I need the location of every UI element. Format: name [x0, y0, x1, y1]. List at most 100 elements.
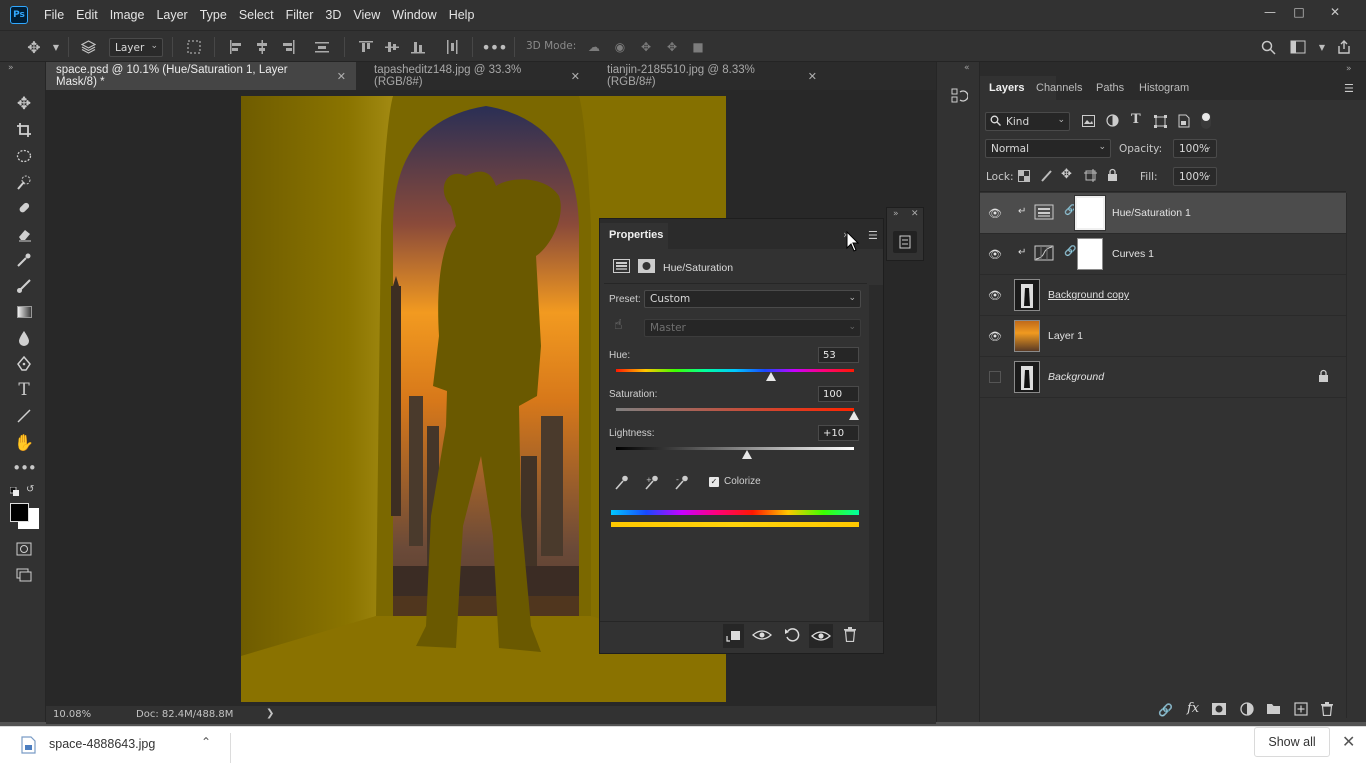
adjustment-type-icon[interactable] — [613, 259, 630, 273]
transform-controls-icon[interactable] — [186, 39, 202, 55]
add-mask-icon[interactable] — [1212, 703, 1226, 718]
gradient-tool-icon[interactable] — [11, 301, 37, 323]
visibility-toggle-empty[interactable] — [989, 371, 1001, 383]
visibility-eye-icon[interactable]: 👁 — [988, 288, 1002, 302]
panel-menu-icon[interactable]: ☰ — [868, 229, 878, 242]
layer-name[interactable]: Background copy — [1048, 289, 1129, 301]
eraser-icon[interactable] — [11, 223, 37, 245]
menu-edit[interactable]: Edit — [70, 8, 104, 22]
healing-brush-icon[interactable] — [11, 197, 37, 219]
targeted-adjust-hand-icon[interactable]: ☝ — [614, 317, 623, 333]
ellipse-marquee-icon[interactable] — [11, 145, 37, 167]
lightness-slider[interactable] — [616, 447, 854, 450]
menu-select[interactable]: Select — [233, 8, 280, 22]
chain-link-icon[interactable]: 🔗 — [1064, 246, 1076, 257]
expand-panel-icon[interactable]: » — [893, 209, 899, 219]
search-icon[interactable] — [1260, 39, 1276, 55]
layer-row-background[interactable]: Background — [980, 357, 1346, 398]
layer-row-curves[interactable]: 👁 ↵ 🔗 Curves 1 — [980, 234, 1346, 275]
hue-slider[interactable] — [616, 369, 854, 372]
clip-to-layer-button[interactable] — [723, 624, 744, 648]
tab-tianjin[interactable]: tianjin-2185510.jpg @ 8.33% (RGB/8#) ✕ — [597, 62, 827, 90]
visibility-eye-icon[interactable]: 👁 — [988, 247, 1002, 261]
chevron-up-icon[interactable]: ⌃ — [201, 735, 211, 749]
layer-thumbnail[interactable] — [1014, 320, 1040, 352]
distribute-vertical-icon[interactable] — [444, 39, 460, 55]
new-group-icon[interactable] — [1266, 702, 1281, 718]
history-panel-icon[interactable] — [950, 87, 969, 105]
tab-space-psd[interactable]: space.psd @ 10.1% (Hue/Saturation 1, Lay… — [46, 62, 356, 90]
line-tool-icon[interactable] — [11, 405, 37, 427]
brush-tool-icon[interactable] — [11, 275, 37, 297]
show-all-button[interactable]: Show all — [1254, 727, 1330, 757]
menu-3d[interactable]: 3D — [319, 8, 347, 22]
type-tool-icon[interactable]: T — [11, 379, 37, 401]
pen-tool-icon[interactable] — [11, 353, 37, 375]
align-middle-icon[interactable] — [384, 39, 400, 55]
align-bottom-icon[interactable] — [410, 39, 426, 55]
menu-file[interactable]: File — [38, 8, 70, 22]
properties-scrollbar[interactable] — [869, 285, 883, 621]
share-icon[interactable] — [1336, 39, 1352, 55]
lightness-input[interactable]: +10 — [818, 425, 859, 441]
link-layers-icon[interactable]: 🔗 — [1158, 703, 1173, 717]
close-dock-icon[interactable]: ✕ — [911, 209, 919, 219]
panel-title[interactable]: Properties — [609, 229, 663, 241]
layer-name[interactable]: Curves 1 — [1112, 248, 1154, 260]
close-window-button[interactable]: ✕ — [1316, 0, 1354, 24]
fill-field[interactable]: 100% ⌄ — [1173, 167, 1217, 186]
hue-input[interactable]: 53 — [818, 347, 859, 363]
zoom-level[interactable]: 10.08% — [53, 709, 91, 720]
colorize-checkbox[interactable]: ✓ — [709, 477, 719, 487]
filter-toggle-switch[interactable] — [1201, 112, 1211, 129]
collapse-chevron-icon[interactable]: « — [964, 63, 970, 73]
channel-dropdown[interactable]: Master ⌄ — [644, 319, 861, 337]
panel-collapse-icon[interactable]: » — [1346, 64, 1352, 74]
fx-icon[interactable]: fx — [1187, 701, 1199, 716]
expand-chevron-icon[interactable]: » — [8, 63, 14, 73]
saturation-input[interactable]: 100 — [818, 386, 859, 402]
menu-window[interactable]: Window — [386, 8, 442, 22]
layer-mask-thumbnail[interactable] — [1074, 195, 1106, 231]
align-top-icon[interactable] — [358, 39, 374, 55]
filter-kind-dropdown[interactable]: Kind ⌄ — [985, 112, 1070, 131]
blend-mode-dropdown[interactable]: Normal ⌄ — [985, 139, 1111, 158]
filter-adjustment-icon[interactable] — [1106, 114, 1119, 130]
chevron-down-icon[interactable]: ▼ — [48, 39, 64, 55]
move-tool-icon[interactable]: ✥ — [11, 93, 37, 115]
saturation-slider-thumb[interactable] — [849, 411, 859, 420]
view-previous-state-icon[interactable] — [752, 627, 772, 646]
crop-tool-icon[interactable] — [11, 119, 37, 141]
3d-orbit-icon[interactable]: ☁ — [586, 39, 602, 55]
saturation-slider[interactable] — [616, 408, 854, 411]
tab-paths[interactable]: Paths — [1096, 82, 1124, 94]
eyedropper-minus-icon[interactable]: - — [674, 474, 690, 493]
menu-filter[interactable]: Filter — [280, 8, 320, 22]
layer-row-hue-saturation[interactable]: 👁 ↵ 🔗 Hue/Saturation 1 — [980, 193, 1346, 234]
layer-name[interactable]: Background — [1048, 371, 1104, 383]
align-right-icon[interactable] — [280, 39, 296, 55]
layer-mask-thumbnail[interactable] — [1077, 238, 1103, 270]
blur-tool-icon[interactable] — [11, 327, 37, 349]
more-options-icon[interactable]: ••• — [481, 38, 507, 57]
new-layer-icon[interactable] — [1294, 702, 1308, 719]
hue-slider-thumb[interactable] — [765, 372, 776, 381]
menu-type[interactable]: Type — [194, 8, 233, 22]
filter-type-icon[interactable]: T — [1131, 112, 1141, 127]
colorize-label[interactable]: Colorize — [724, 476, 761, 487]
close-download-bar-icon[interactable]: ✕ — [1342, 732, 1355, 751]
edit-toolbar-icon[interactable]: ••• — [11, 457, 37, 479]
filter-pixel-icon[interactable] — [1082, 115, 1095, 130]
lock-artboard-icon[interactable] — [1084, 169, 1097, 185]
distribute-icon[interactable] — [314, 39, 330, 55]
menu-image[interactable]: Image — [104, 8, 151, 22]
auto-select-icon[interactable] — [80, 39, 96, 55]
layer-row-background-copy[interactable]: 👁 Background copy — [980, 275, 1346, 316]
hand-tool-icon[interactable]: ✋ — [11, 431, 37, 453]
new-adjustment-icon[interactable] — [1240, 702, 1254, 719]
layer-name[interactable]: Layer 1 — [1048, 330, 1083, 342]
foreground-color-swatch[interactable] — [10, 503, 29, 522]
close-tab-icon[interactable]: ✕ — [337, 70, 346, 83]
filter-shape-icon[interactable] — [1154, 115, 1167, 131]
menu-help[interactable]: Help — [443, 8, 481, 22]
